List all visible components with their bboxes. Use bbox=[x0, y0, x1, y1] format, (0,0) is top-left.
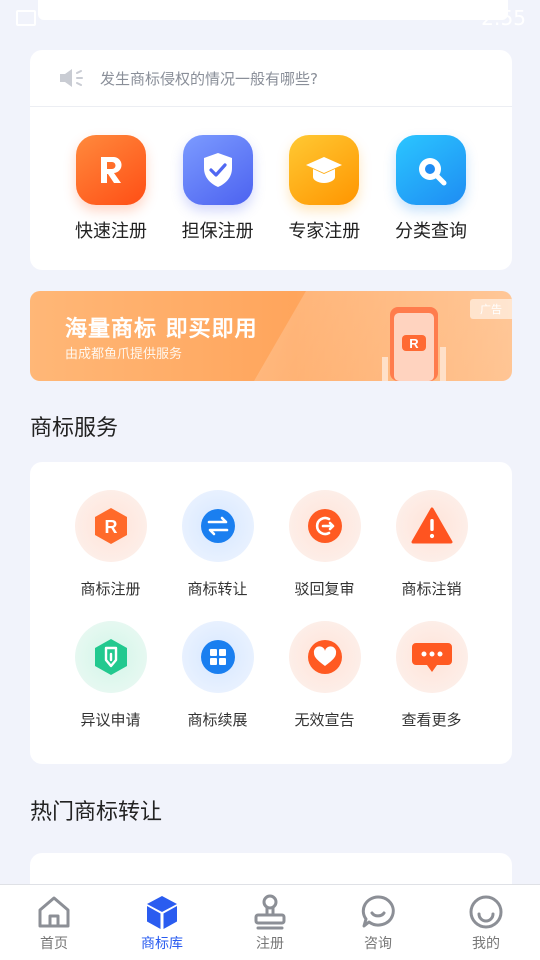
quick-actions-card: 发生商标侵权的情况一般有哪些? 快速注册 担保注册 专家注册 分类查询 bbox=[30, 50, 512, 270]
ad-badge: 广告 bbox=[470, 299, 512, 319]
service-trademark-register[interactable]: R 商标注册 bbox=[57, 490, 164, 599]
section-title-services: 商标服务 bbox=[30, 416, 119, 441]
graduation-cap-icon bbox=[289, 135, 360, 205]
service-label: 异议申请 bbox=[80, 711, 141, 729]
service-label: 商标注册 bbox=[80, 580, 141, 598]
service-renewal[interactable]: 商标续展 bbox=[164, 621, 271, 730]
shield-check-icon bbox=[182, 135, 253, 205]
notice-bar[interactable]: 发生商标侵权的情况一般有哪些? bbox=[30, 50, 512, 107]
svg-text:R: R bbox=[409, 336, 419, 351]
service-trademark-transfer[interactable]: 商标转让 bbox=[164, 490, 271, 599]
grid-squares-icon bbox=[181, 621, 254, 693]
tab-label: 首页 bbox=[40, 936, 68, 952]
status-overlay bbox=[38, 0, 508, 20]
services-card: R 商标注册 商标转让 驳回复审 商标注销 异议申请 商标续展 无效宣告 查看更… bbox=[30, 462, 512, 764]
bottom-tab-bar: 首页 商标库 注册 咨询 我的 bbox=[0, 884, 540, 960]
tab-home[interactable]: 首页 bbox=[0, 885, 108, 953]
phone-illustration-icon: R bbox=[382, 307, 446, 381]
svg-text:R: R bbox=[104, 517, 117, 537]
heart-icon bbox=[288, 621, 361, 693]
quick-category-search[interactable]: 分类查询 bbox=[386, 135, 476, 243]
chat-bubble-icon bbox=[361, 895, 395, 928]
tab-label: 我的 bbox=[472, 936, 500, 952]
transfer-arrows-icon bbox=[181, 490, 254, 562]
quick-label: 专家注册 bbox=[288, 221, 361, 242]
promo-banner[interactable]: 海量商标 即买即用 由成都鱼爪提供服务 广告 R bbox=[30, 291, 512, 381]
r-letter-icon bbox=[76, 135, 146, 205]
section-title-hot-transfer: 热门商标转让 bbox=[30, 800, 163, 825]
smile-face-icon bbox=[469, 895, 503, 929]
r-hexagon-icon: R bbox=[74, 490, 147, 562]
redo-arrow-icon bbox=[288, 490, 361, 562]
more-chat-icon bbox=[395, 621, 468, 693]
stamp-icon bbox=[254, 894, 286, 930]
warning-triangle-icon bbox=[395, 490, 468, 562]
service-label: 商标转让 bbox=[187, 580, 248, 598]
service-rejection-review[interactable]: 驳回复审 bbox=[271, 490, 378, 599]
notice-text: 发生商标侵权的情况一般有哪些? bbox=[100, 69, 318, 88]
banner-title: 海量商标 即买即用 bbox=[65, 317, 258, 342]
service-label: 商标续展 bbox=[187, 711, 248, 729]
service-label: 查看更多 bbox=[401, 711, 462, 729]
quick-expert-register[interactable]: 专家注册 bbox=[279, 135, 369, 243]
quick-label: 担保注册 bbox=[181, 221, 254, 242]
objection-pen-icon bbox=[74, 621, 147, 693]
service-view-more[interactable]: 查看更多 bbox=[378, 621, 485, 730]
tab-label: 咨询 bbox=[364, 936, 392, 952]
quick-label: 分类查询 bbox=[394, 221, 467, 242]
service-label: 商标注销 bbox=[401, 580, 462, 598]
quick-fast-register[interactable]: 快速注册 bbox=[66, 135, 156, 243]
quick-label: 快速注册 bbox=[75, 221, 147, 242]
service-label: 驳回复审 bbox=[294, 580, 355, 598]
tab-trademark-library[interactable]: 商标库 bbox=[108, 885, 216, 953]
service-invalidation[interactable]: 无效宣告 bbox=[271, 621, 378, 730]
service-trademark-cancel[interactable]: 商标注销 bbox=[378, 490, 485, 599]
cube-icon bbox=[147, 896, 177, 929]
quick-guarantee-register[interactable]: 担保注册 bbox=[173, 135, 263, 243]
speaker-icon bbox=[60, 69, 83, 87]
home-icon bbox=[38, 896, 70, 928]
service-objection[interactable]: 异议申请 bbox=[57, 621, 164, 730]
search-q-icon bbox=[395, 135, 466, 205]
banner-subtitle: 由成都鱼爪提供服务 bbox=[65, 347, 183, 362]
service-label: 无效宣告 bbox=[294, 711, 355, 729]
tab-consult[interactable]: 咨询 bbox=[324, 885, 432, 953]
tab-label: 商标库 bbox=[141, 936, 183, 952]
tab-mine[interactable]: 我的 bbox=[432, 885, 540, 953]
tab-label: 注册 bbox=[256, 936, 284, 952]
gallery-icon bbox=[16, 10, 36, 26]
tab-register[interactable]: 注册 bbox=[216, 885, 324, 953]
